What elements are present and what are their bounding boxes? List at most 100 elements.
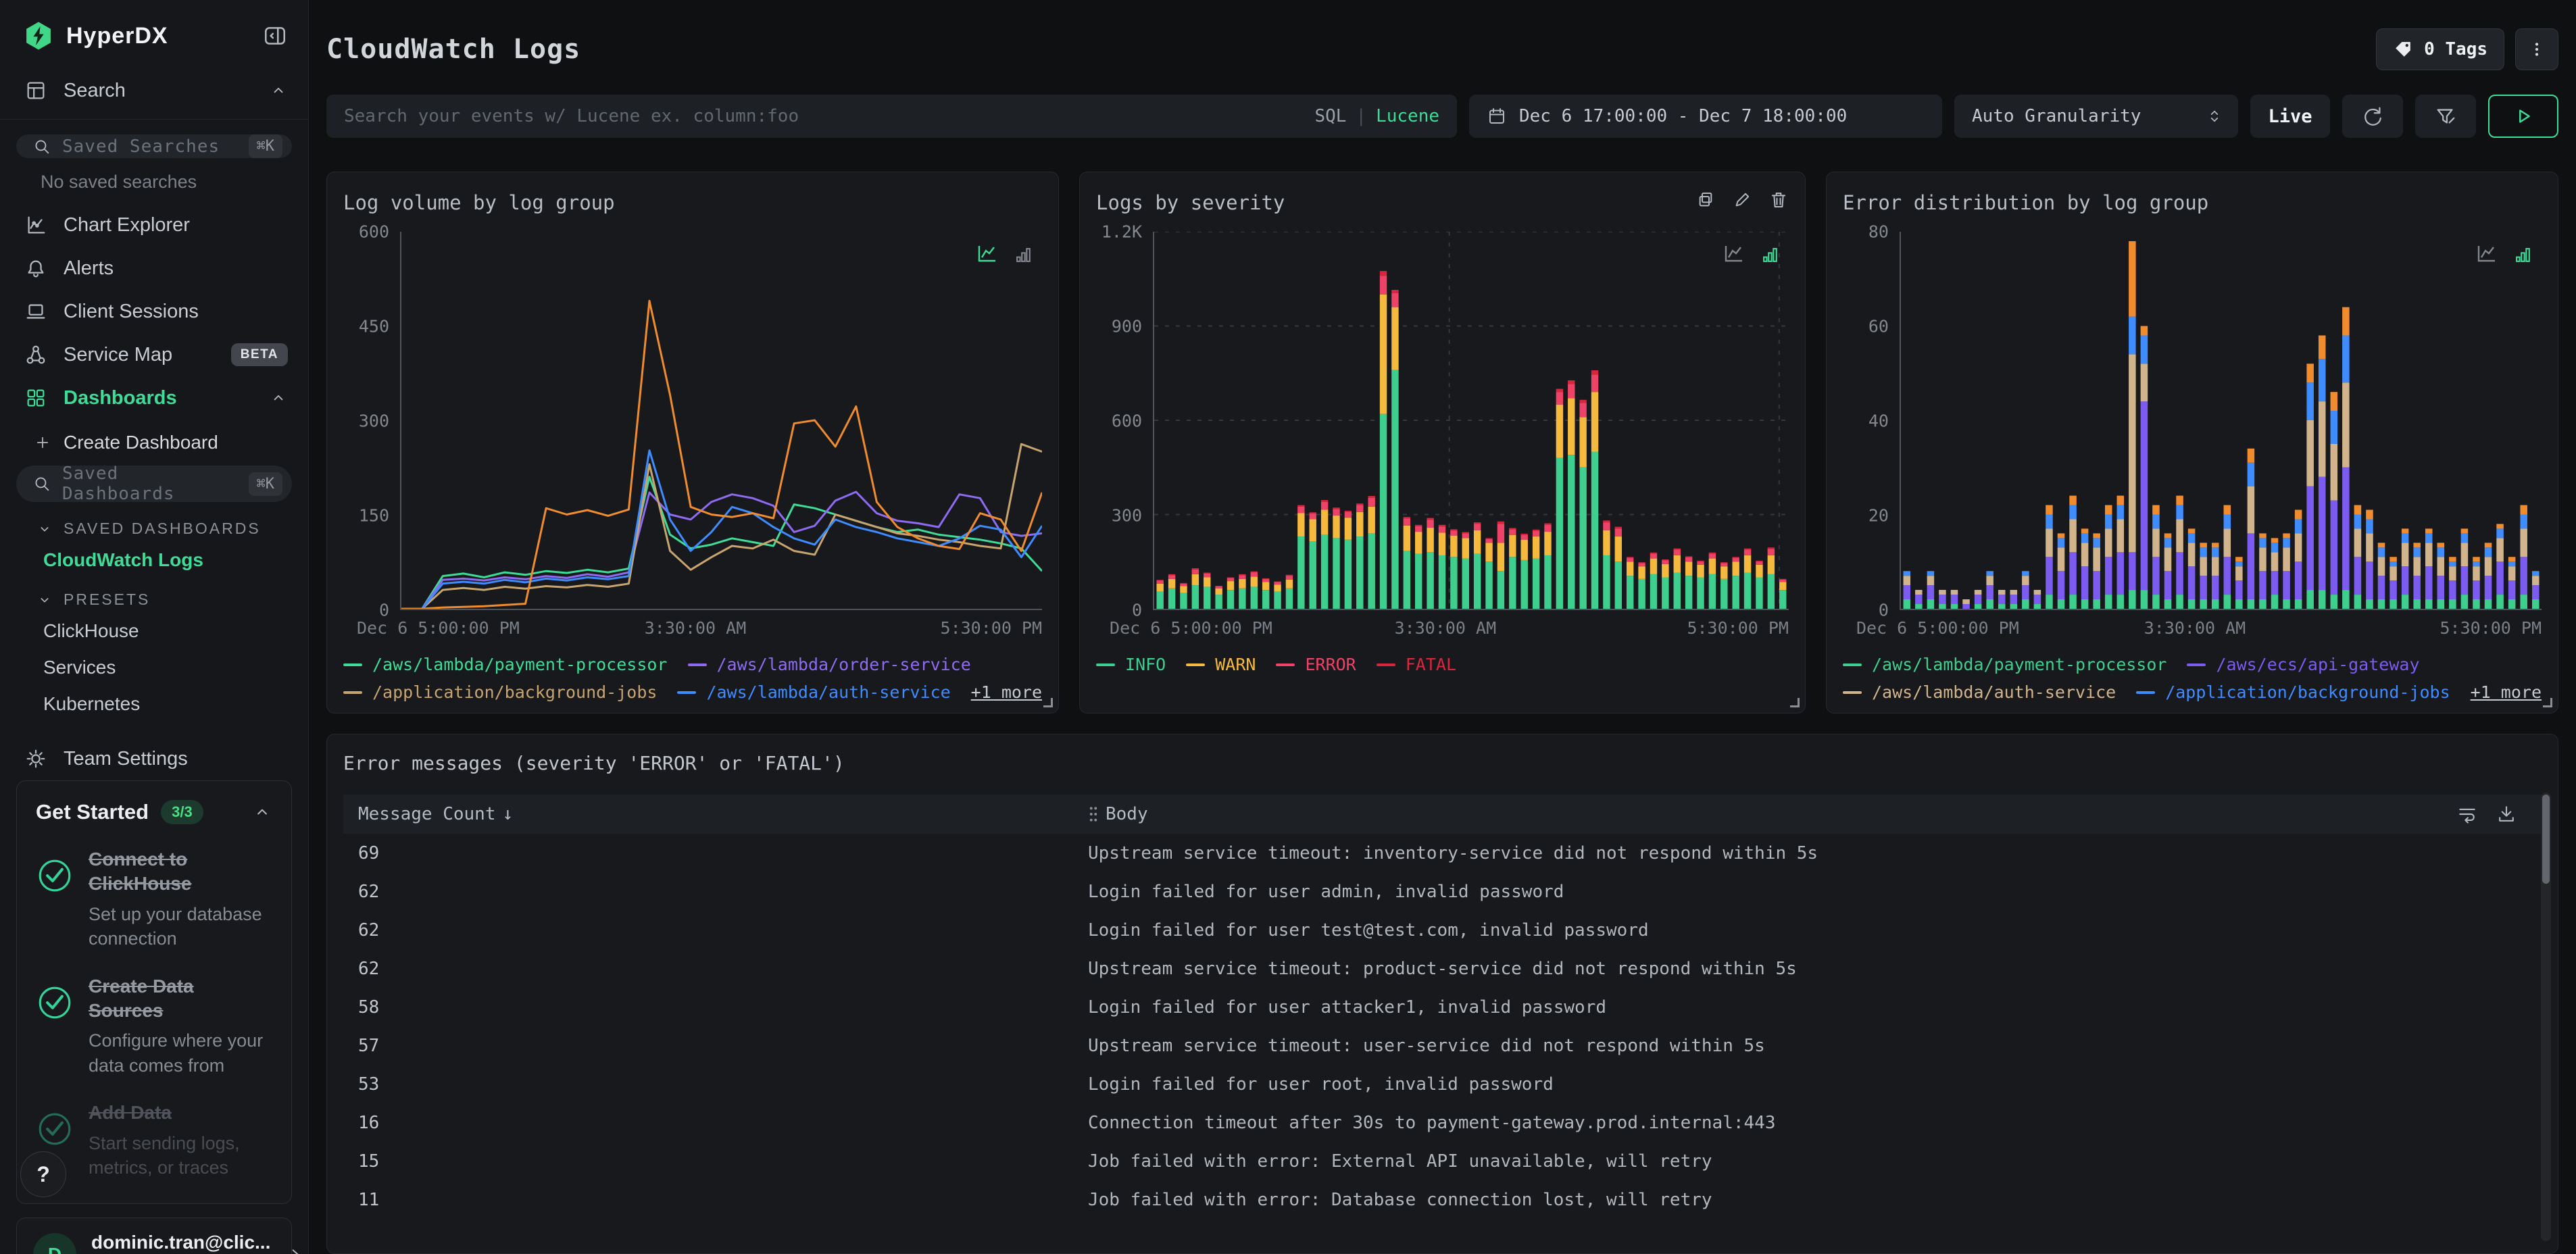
chart-legend: INFO WARN ERROR FATAL bbox=[1096, 655, 1789, 674]
sql-toggle[interactable]: SQL bbox=[1314, 106, 1346, 126]
user-name: dominic.tran@clic... bbox=[91, 1231, 271, 1253]
drag-handle-icon[interactable] bbox=[1088, 805, 1099, 823]
sidebar-item-chart-explorer[interactable]: Chart Explorer bbox=[0, 203, 308, 247]
filter-button[interactable] bbox=[2415, 95, 2476, 138]
refresh-button[interactable] bbox=[2342, 95, 2403, 138]
legend-more-link[interactable]: +1 more bbox=[2471, 682, 2542, 702]
legend-item[interactable]: FATAL bbox=[1376, 655, 1456, 674]
sidebar-item-kubernetes[interactable]: Kubernetes bbox=[0, 686, 308, 722]
y-axis: 1.2K 900 600 300 0 bbox=[1101, 222, 1143, 620]
table-row[interactable]: 62 Login failed for user admin, invalid p… bbox=[343, 872, 2542, 911]
app-name: HyperDX bbox=[66, 22, 168, 49]
table-row[interactable]: 69 Upstream service timeout: inventory-se… bbox=[343, 834, 2542, 872]
sidebar-item-label: Client Sessions bbox=[64, 300, 199, 322]
table-row[interactable]: 62 Upstream service timeout: product-serv… bbox=[343, 949, 2542, 988]
sidebar-item-clickhouse[interactable]: ClickHouse bbox=[0, 613, 308, 649]
user-profile[interactable]: D dominic.tran@clic... dominic.tran@clic… bbox=[16, 1217, 299, 1254]
help-button[interactable]: ? bbox=[20, 1151, 66, 1197]
download-icon[interactable] bbox=[2496, 803, 2517, 825]
section-saved-dashboards[interactable]: SAVED DASHBOARDS bbox=[0, 507, 308, 542]
column-header-body[interactable]: Body bbox=[1088, 804, 2456, 824]
plot-area[interactable] bbox=[400, 232, 1043, 610]
plot-area[interactable] bbox=[1153, 232, 1789, 610]
create-dashboard-button[interactable]: Create Dashboard bbox=[0, 420, 308, 461]
section-presets[interactable]: PRESETS bbox=[0, 578, 308, 613]
table-row[interactable]: 62 Login failed for user test@test.com, i… bbox=[343, 911, 2542, 949]
edit-chart-icon[interactable] bbox=[1732, 190, 1752, 210]
line-chart-toggle-icon[interactable] bbox=[1721, 241, 1745, 266]
sidebar-item-alerts[interactable]: Alerts bbox=[0, 247, 308, 290]
legend-item[interactable]: /aws/lambda/auth-service bbox=[677, 682, 951, 702]
bar-chart-toggle-icon[interactable] bbox=[1759, 244, 1781, 266]
legend-item[interactable]: /aws/lambda/payment-processor bbox=[1842, 655, 2166, 674]
get-started-item-connect[interactable]: Connect to ClickHouse Set up your databa… bbox=[36, 847, 272, 951]
table-row[interactable]: 15 Job failed with error: External API un… bbox=[343, 1142, 2542, 1180]
saved-dashboards-input[interactable]: Saved Dashboards ⌘K bbox=[16, 463, 292, 504]
legend-item[interactable]: /aws/lambda/payment-processor bbox=[343, 655, 668, 674]
time-range-picker[interactable]: Dec 6 17:00:00 - Dec 7 18:00:00 bbox=[1469, 95, 1942, 138]
duplicate-chart-icon[interactable] bbox=[1695, 190, 1716, 210]
sidebar-item-service-map[interactable]: Service Map BETA bbox=[0, 333, 308, 376]
search-input[interactable]: Search your events w/ Lucene ex. column:… bbox=[326, 95, 1457, 138]
lucene-toggle[interactable]: Lucene bbox=[1376, 106, 1439, 126]
saved-searches-input[interactable]: Saved Searches ⌘K bbox=[16, 134, 292, 158]
sidebar-item-services[interactable]: Services bbox=[0, 649, 308, 686]
table-scrollbar[interactable] bbox=[2541, 793, 2551, 1241]
sidebar-item-client-sessions[interactable]: Client Sessions bbox=[0, 290, 308, 333]
run-query-button[interactable] bbox=[2488, 95, 2558, 138]
bar-chart-toggle-icon[interactable] bbox=[2512, 244, 2533, 266]
hyperdx-logo-icon bbox=[23, 20, 54, 51]
get-started-item-sources[interactable]: Create Data Sources Configure where your… bbox=[36, 974, 272, 1078]
table-row[interactable]: 16 Connection timeout after 30s to paymen… bbox=[343, 1103, 2542, 1142]
sidebar-collapse-icon[interactable] bbox=[262, 23, 288, 49]
bar-chart-toggle-icon[interactable] bbox=[1012, 244, 1034, 266]
granularity-select[interactable]: Auto Granularity bbox=[1954, 95, 2238, 138]
get-started-title: Get Started bbox=[36, 800, 149, 824]
kebab-icon bbox=[2527, 39, 2547, 59]
legend-item[interactable]: /aws/ecs/api-gateway bbox=[2187, 655, 2420, 674]
legend-item[interactable]: /aws/lambda/auth-service bbox=[1842, 682, 2116, 702]
legend-item[interactable]: /aws/lambda/order-service bbox=[687, 655, 971, 674]
legend-item[interactable]: INFO bbox=[1096, 655, 1166, 674]
table-row[interactable]: 11 Job failed with error: Database connec… bbox=[343, 1180, 2542, 1219]
x-axis: Dec 6 5:00:00 PM 3:30:00 AM 5:30:00 PM bbox=[1110, 618, 1789, 638]
legend-item[interactable]: WARN bbox=[1186, 655, 1256, 674]
scrollbar-thumb[interactable] bbox=[2542, 795, 2550, 884]
get-started-card: Get Started 3/3 Connect to ClickHouse Se… bbox=[16, 780, 292, 1204]
legend-item[interactable]: ERROR bbox=[1276, 655, 1356, 674]
delete-chart-icon[interactable] bbox=[1768, 190, 1789, 210]
sidebar-item-dashboards[interactable]: Dashboards bbox=[0, 376, 308, 420]
sidebar-item-search[interactable]: Search bbox=[0, 69, 308, 112]
more-menu-button[interactable] bbox=[2515, 28, 2558, 70]
chart-legend: /aws/lambda/payment-processor /aws/ecs/a… bbox=[1842, 655, 2542, 702]
plot-area[interactable] bbox=[1899, 232, 2542, 610]
chart-panel-log-volume: Log volume by log group 600 450 300 150 0 De… bbox=[326, 172, 1060, 713]
legend-item[interactable]: /application/background-jobs bbox=[343, 682, 657, 702]
shortcut-badge: ⌘K bbox=[248, 472, 282, 496]
table-row[interactable]: 57 Upstream service timeout: user-service… bbox=[343, 1026, 2542, 1065]
resize-handle[interactable] bbox=[1789, 698, 1800, 707]
line-chart-toggle-icon[interactable] bbox=[2474, 241, 2498, 266]
search-placeholder: Search your events w/ Lucene ex. column:… bbox=[344, 106, 799, 126]
tags-button[interactable]: 0 Tags bbox=[2376, 28, 2504, 70]
wrap-text-icon[interactable] bbox=[2456, 803, 2478, 825]
legend-item[interactable]: /application/background-jobs bbox=[2136, 682, 2450, 702]
sidebar-item-label: Chart Explorer bbox=[64, 214, 190, 236]
sidebar-item-cloudwatch-logs[interactable]: CloudWatch Logs bbox=[0, 542, 308, 578]
legend-more-link[interactable]: +1 more bbox=[971, 682, 1042, 702]
resize-handle[interactable] bbox=[2543, 698, 2552, 707]
table-row[interactable]: 53 Login failed for user root, invalid pa… bbox=[343, 1065, 2542, 1103]
table-row[interactable]: 58 Login failed for user attacker1, inval… bbox=[343, 988, 2542, 1026]
sidebar-item-team-settings[interactable]: Team Settings bbox=[0, 737, 308, 780]
get-started-item-add-data[interactable]: Add Data Start sending logs, metrics, or… bbox=[36, 1101, 272, 1180]
chevron-up-icon bbox=[269, 81, 288, 100]
chart-title: Error distribution by log group bbox=[1842, 191, 2209, 214]
check-circle-icon bbox=[36, 984, 74, 1078]
tag-icon bbox=[2393, 39, 2413, 59]
line-chart-toggle-icon[interactable] bbox=[974, 241, 999, 266]
live-button[interactable]: Live bbox=[2250, 95, 2330, 138]
check-circle-icon bbox=[36, 857, 74, 951]
resize-handle[interactable] bbox=[1043, 698, 1054, 707]
column-header-message-count[interactable]: Message Count ↓ bbox=[358, 804, 1088, 824]
get-started-header[interactable]: Get Started 3/3 bbox=[36, 800, 272, 824]
